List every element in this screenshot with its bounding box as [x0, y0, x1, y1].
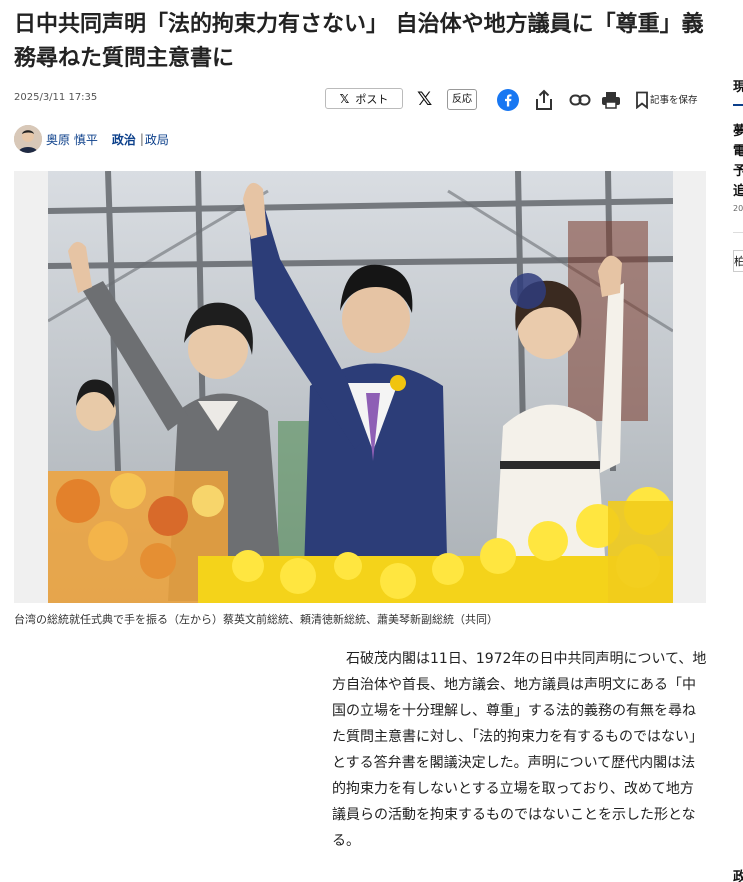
sidebar-divider: [733, 232, 743, 233]
subcategory-link[interactable]: 政局: [145, 131, 169, 148]
print-icon[interactable]: [599, 88, 623, 112]
link-icon[interactable]: [568, 88, 592, 112]
x-icon: 𝕏: [339, 91, 350, 106]
photo-caption: 台湾の総統就任式典で手を振る（左から）蔡英文前総統、頼清徳新総統、蕭美琴新副総統…: [14, 613, 498, 626]
sidebar-fragment[interactable]: 政: [733, 866, 743, 882]
article-body: 石破茂内閣は11日、1972年の日中共同声明について、地方自治体や首長、地方議会…: [332, 651, 707, 849]
x-post-button[interactable]: 𝕏 ポスト: [325, 88, 403, 109]
byline: 奥原 慎平 政治 | 政局: [14, 124, 169, 154]
sidebar-fragment: 20: [733, 204, 743, 213]
x-reaction-icon[interactable]: 𝕏: [417, 88, 432, 110]
article-photo[interactable]: [48, 171, 673, 603]
sidebar-fragment[interactable]: 予: [733, 160, 743, 179]
sidebar-edge: 現 夢 電 予 追 20 柏 政: [733, 0, 743, 882]
sidebar-fragment[interactable]: 追: [733, 180, 743, 199]
reaction-button[interactable]: 反応: [447, 89, 477, 110]
category-separator: |: [139, 132, 144, 146]
sidebar-fragment[interactable]: 夢: [733, 120, 743, 139]
sidebar-fragment[interactable]: 柏: [733, 250, 743, 272]
category-link[interactable]: 政治: [112, 131, 136, 148]
share-icon[interactable]: [532, 88, 556, 112]
article-meta-row: 2025/3/11 17:35 𝕏 ポスト 𝕏 反応 記事を保存: [14, 88, 714, 114]
facebook-icon[interactable]: [496, 88, 520, 112]
x-post-label: ポスト: [355, 92, 389, 106]
article-title: 日中共同声明「法的拘束力有さない」 自治体や地方議員に「尊重」義務尋ねた質問主意…: [14, 12, 704, 71]
save-article-label[interactable]: 記事を保存: [650, 92, 698, 106]
photo-frame: [14, 171, 706, 603]
publish-date: 2025/3/11 17:35: [14, 92, 98, 103]
author-avatar: [14, 125, 42, 153]
sidebar-underline: [733, 104, 743, 106]
sidebar-fragment[interactable]: 電: [733, 140, 743, 159]
sidebar-fragment[interactable]: 現: [733, 76, 743, 95]
author-link[interactable]: 奥原 慎平: [46, 131, 98, 148]
